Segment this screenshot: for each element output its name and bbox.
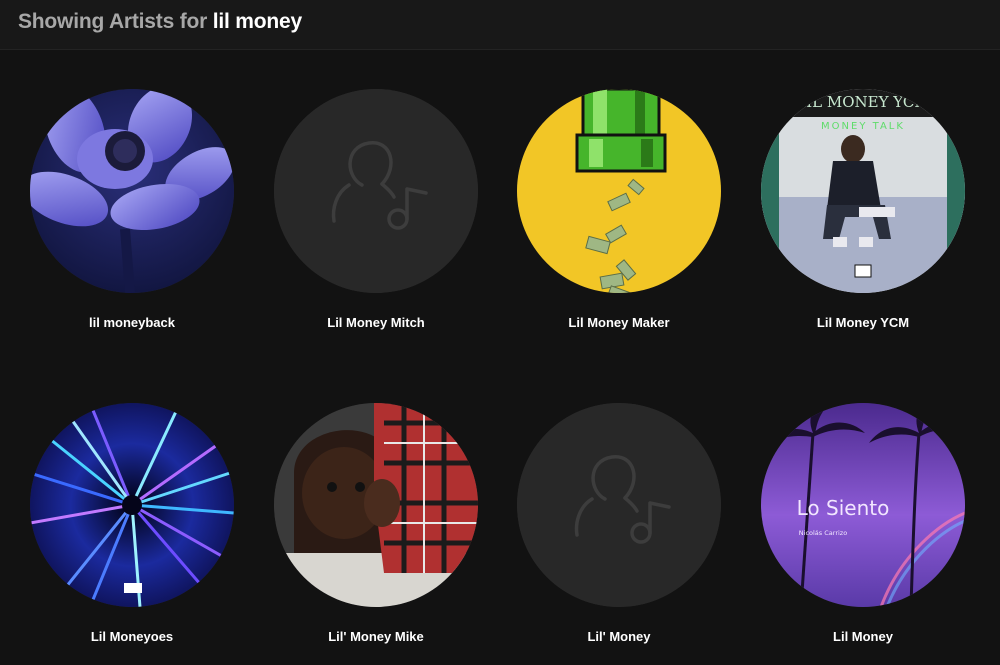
artist-image[interactable] (274, 89, 478, 293)
results-header: Showing Artists for lil money (0, 0, 1000, 50)
artist-image[interactable]: LIL MONEY YCM MONEY TALK (761, 89, 965, 293)
search-query: lil money (212, 10, 302, 33)
artist-name[interactable]: Lil Moneyoes (10, 629, 254, 644)
page-title: Showing Artists for lil money (18, 10, 302, 34)
hyperspace-tunnel-image (30, 403, 234, 607)
artist-image[interactable] (517, 89, 721, 293)
artist-card[interactable]: LIL MONEY YCM MONEY TALK Lil Money YCM (741, 51, 985, 351)
artist-card[interactable]: Lil' Money (497, 365, 741, 665)
artist-name[interactable]: lil moneyback (10, 315, 254, 330)
cover-title: Lo Siento (797, 496, 890, 520)
artist-card[interactable]: Lo Siento Nicolás Carrizo Lil Money (741, 365, 985, 665)
yellow-pipe-money-image (517, 89, 721, 293)
artist-image[interactable] (30, 89, 234, 293)
artist-card[interactable]: Lil Moneyoes (10, 365, 254, 665)
child-plaid-shirt-image (274, 403, 478, 607)
artist-placeholder-icon (517, 403, 721, 607)
artist-card[interactable]: Lil Money Maker (497, 51, 741, 351)
artist-name[interactable]: Lil' Money (497, 629, 741, 644)
cover-subtitle: Nicolás Carrizo (799, 529, 847, 537)
purple-flower-image (30, 89, 234, 293)
artist-placeholder-icon (274, 89, 478, 293)
artist-image[interactable]: Lo Siento Nicolás Carrizo (761, 403, 965, 607)
palm-trees-sunset-image: Lo Siento Nicolás Carrizo (761, 403, 965, 607)
artist-card[interactable]: lil moneyback (10, 51, 254, 351)
artist-card[interactable]: Lil Money Mitch (254, 51, 498, 351)
artist-name[interactable]: Lil Money YCM (741, 315, 985, 330)
artist-card[interactable]: Lil' Money Mike (254, 365, 498, 665)
artist-image[interactable] (274, 403, 478, 607)
artist-name[interactable]: Lil Money Mitch (254, 315, 498, 330)
artist-name[interactable]: Lil Money (741, 629, 985, 644)
artist-image[interactable] (30, 403, 234, 607)
cover-text-sub: MONEY TALK (821, 121, 905, 132)
cover-text-top: LIL MONEY YCM (796, 93, 930, 111)
artist-grid: lil moneyback Lil Money Mitch Lil Money … (0, 51, 1000, 661)
artist-name[interactable]: Lil' Money Mike (254, 629, 498, 644)
artist-image[interactable] (517, 403, 721, 607)
title-prefix: Showing Artists for (18, 10, 213, 33)
artist-name[interactable]: Lil Money Maker (497, 315, 741, 330)
seated-man-cover-image: LIL MONEY YCM MONEY TALK (761, 89, 965, 293)
